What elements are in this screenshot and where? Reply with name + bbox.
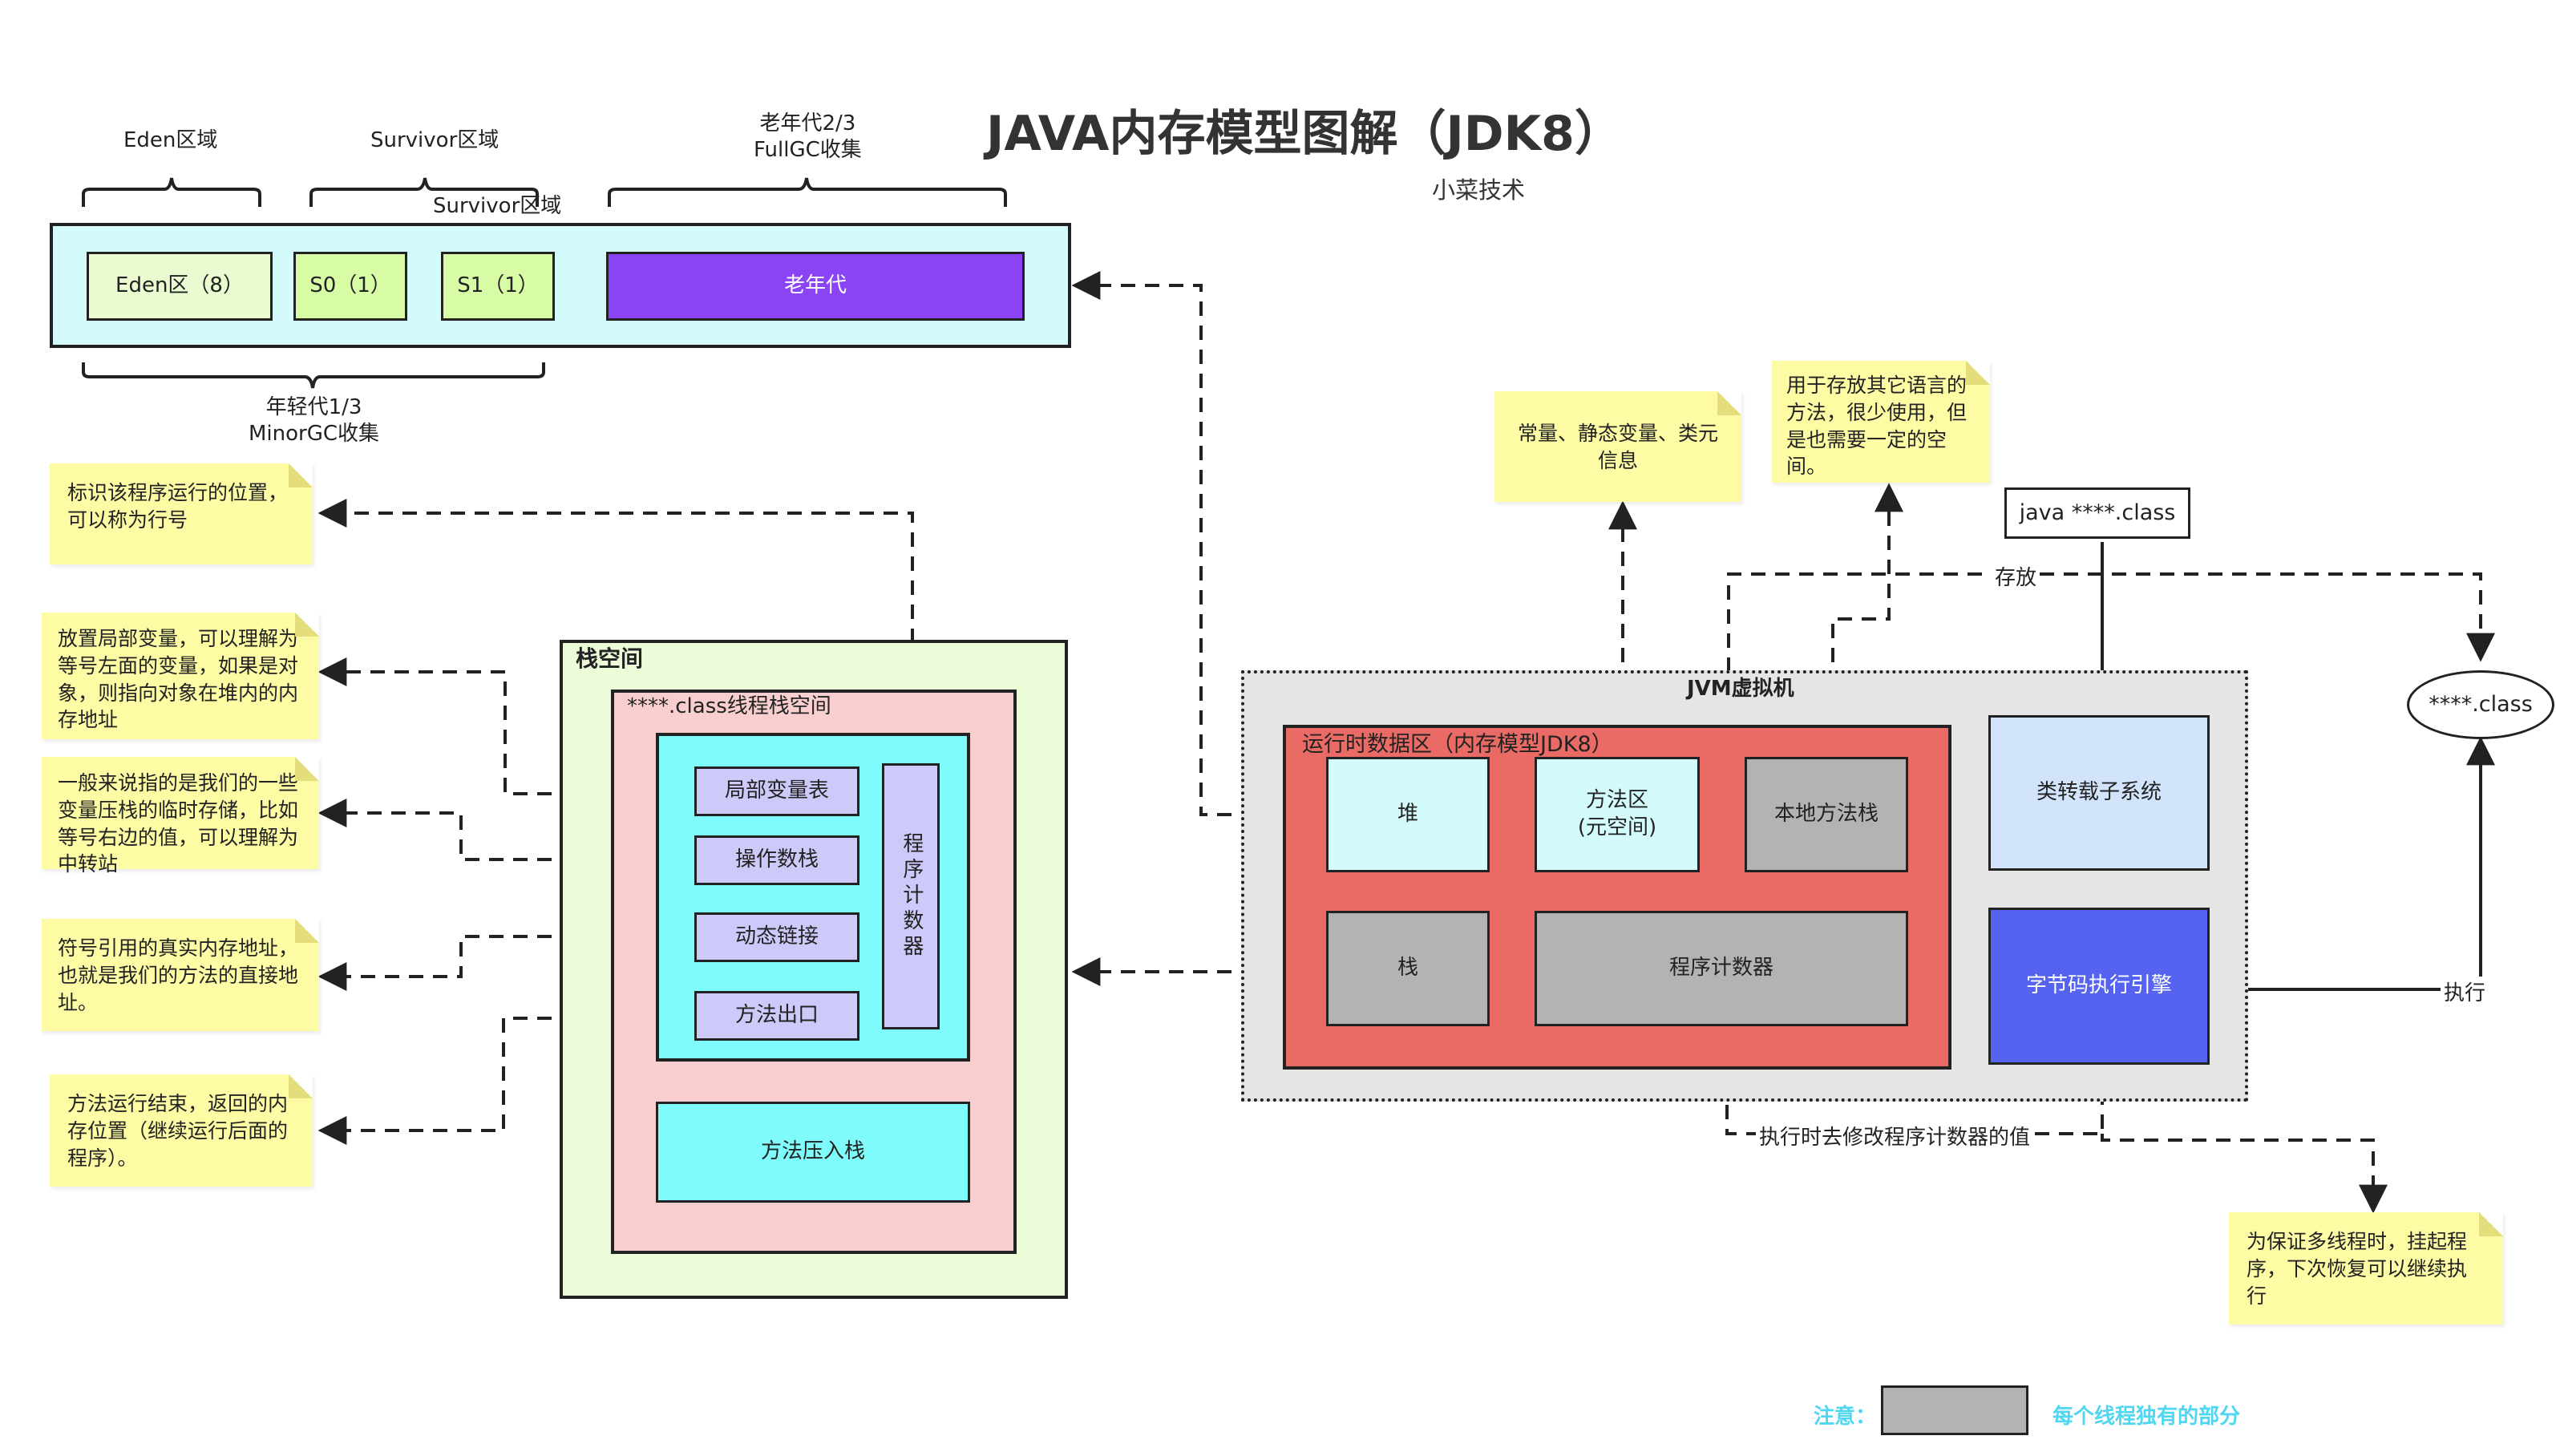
jvm-stack: 栈 (1326, 911, 1490, 1026)
note-pc: 标识该程序运行的位置，可以称为行号 (50, 463, 313, 564)
thread-stack-title: ****.class线程栈空间 (627, 694, 831, 718)
edge-engine-execute (2213, 736, 2495, 991)
frame-pc: 程序计数器 (882, 763, 940, 1029)
young-gen-label: 年轻代1/3 MinorGC收集 (249, 395, 380, 446)
class-file: ****.class (2407, 670, 2554, 739)
method-push-stack: 方法压入栈 (656, 1102, 970, 1203)
legend-desc: 每个线程独有的部分 (2052, 1405, 2241, 1429)
survivor-header-2: Survivor区域 (433, 194, 562, 218)
edge-label-execute: 执行 (2441, 977, 2489, 1006)
brace-eden (82, 177, 261, 207)
runtime-title: 运行时数据区（内存模型JDK8） (1302, 732, 1613, 757)
frame-dynamic-link: 动态链接 (694, 912, 859, 962)
note-method-exit: 方法运行结束，返回的内存位置（继续运行后面的程序）。 (50, 1074, 313, 1187)
note-dynamic-link: 符号引用的真实内存地址，也就是我们的方法的直接地址。 (42, 919, 319, 1031)
old-header: 老年代2/3 FullGC收集 (754, 111, 862, 162)
frame-method-exit: 方法出口 (694, 991, 859, 1041)
s0-region: S0（1） (293, 252, 407, 321)
page-subtitle: 小菜技术 (1432, 176, 1526, 204)
jvm-method-area: 方法区 (元空间) (1535, 757, 1700, 872)
stack-space-title: 栈空间 (576, 645, 644, 672)
note-native: 用于存放其它语言的方法，很少使用，但是也需要一定的空间。 (1772, 361, 1990, 483)
note-thread: 为保证多线程时，挂起程序，下次恢复可以继续执行 (2229, 1212, 2503, 1325)
eden-header: Eden区域 (123, 128, 218, 152)
old-gen-region: 老年代 (606, 252, 1025, 321)
note-local-vars: 放置局部变量，可以理解为等号左面的变量，如果是对象，则指向对象在堆内的内存地址 (42, 613, 319, 739)
legend-note-label: 注意： (1814, 1405, 1877, 1429)
frame-local-vars: 局部变量表 (694, 766, 859, 816)
edge-label-store: 存放 (1992, 561, 2040, 591)
legend-swatch (1881, 1385, 2028, 1435)
frame-operand-stack: 操作数栈 (694, 835, 859, 885)
java-command: java ****.class (2004, 487, 2190, 539)
s1-region: S1（1） (441, 252, 555, 321)
brace-old (608, 177, 1007, 207)
edge-label-modify-pc: 执行时去修改程序计数器的值 (1756, 1121, 2034, 1151)
jvm-pc: 程序计数器 (1535, 911, 1908, 1026)
brace-young (82, 362, 545, 389)
class-loader-subsystem: 类转载子系统 (1988, 715, 2210, 871)
bytecode-engine: 字节码执行引擎 (1988, 908, 2210, 1065)
eden-region: Eden区（8） (87, 252, 273, 321)
note-constants: 常量、静态变量、类元信息 (1494, 391, 1741, 502)
survivor-header: Survivor区域 (370, 128, 499, 152)
note-operand-stack: 一般来说指的是我们的一些变量压栈的临时存储，比如等号右边的值，可以理解为中转站 (42, 757, 319, 876)
jvm-heap: 堆 (1326, 757, 1490, 872)
jvm-title: JVM虚拟机 (1687, 677, 1794, 701)
jvm-native-stack: 本地方法栈 (1745, 757, 1908, 872)
edge-thread-note (2101, 1134, 2388, 1214)
page-title: JAVA内存模型图解（JDK8） (986, 106, 1623, 162)
